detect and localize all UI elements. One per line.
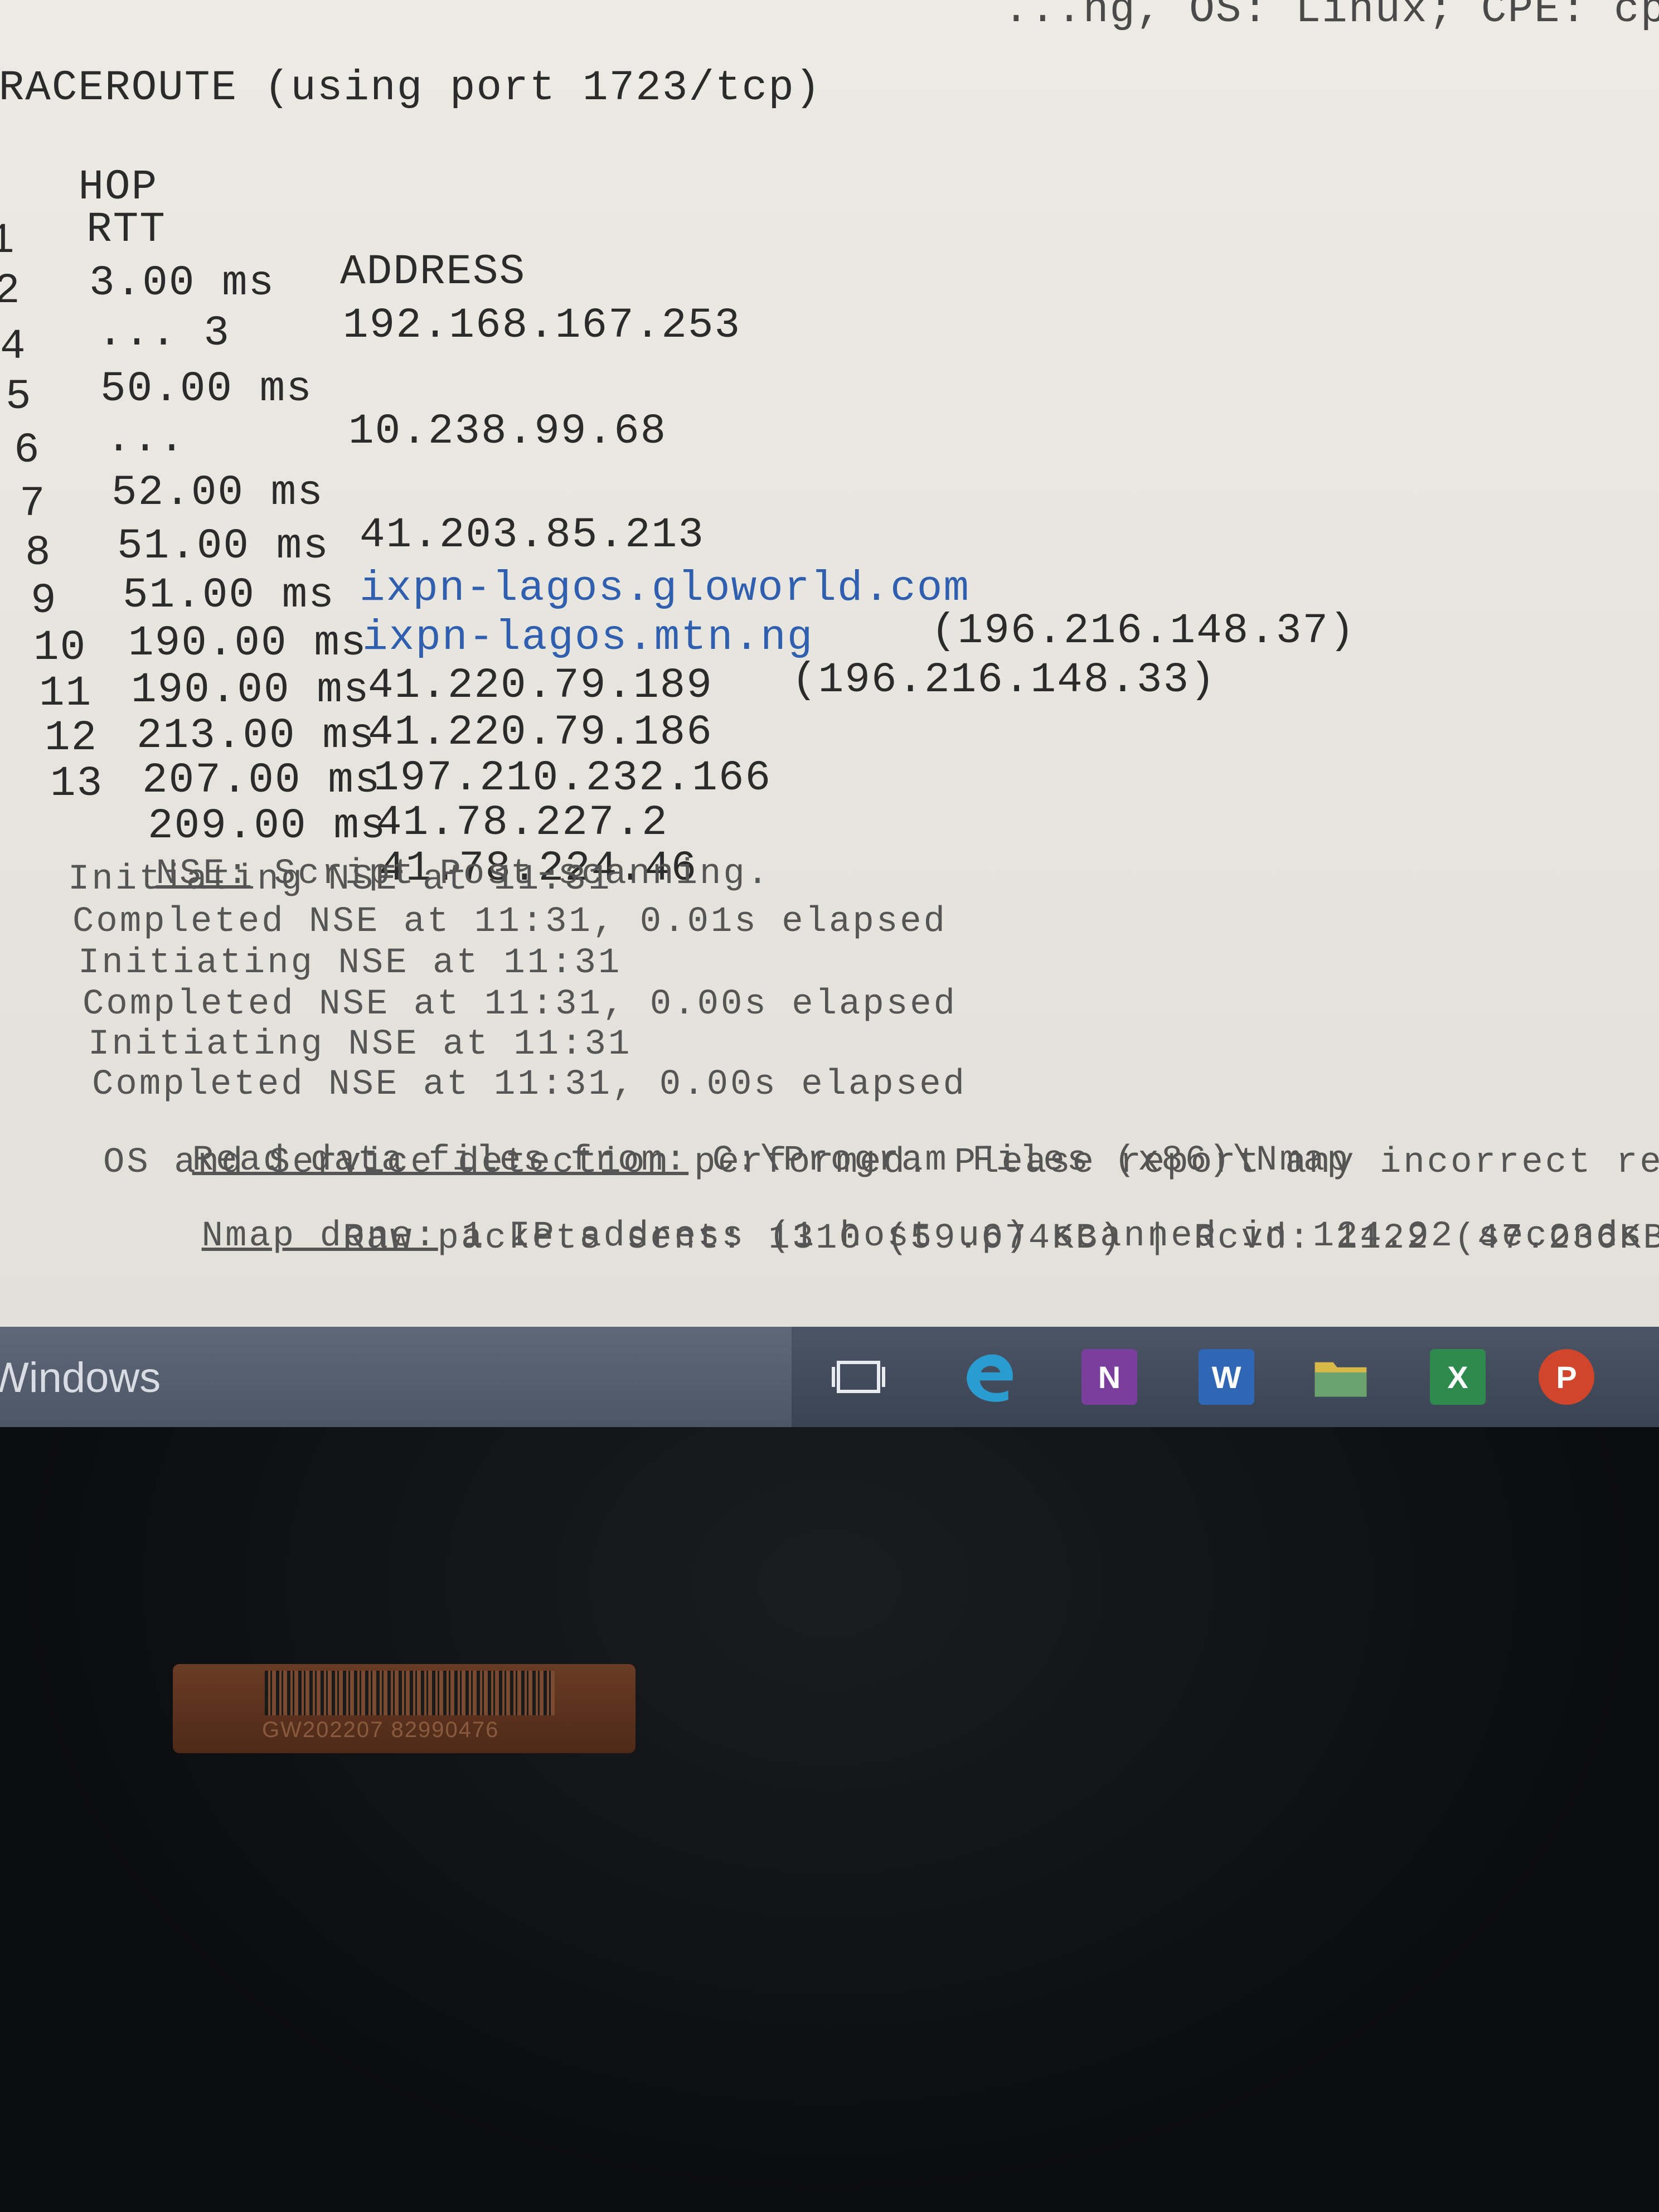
hop-address: 41.220.79.189 <box>368 662 713 710</box>
hop-address: 197.210.232.166 <box>373 754 772 802</box>
hop-rtt: 52.00 ms <box>111 469 324 517</box>
traceroute-header: TRACEROUTE (using port 1723/tcp) <box>0 64 822 112</box>
hop-rtt: 207.00 ms <box>142 756 381 804</box>
terminal-window: ...ng, OS: Linux; CPE: cpe:/ TRACEROUTE … <box>0 0 1659 1327</box>
task-view-icon[interactable] <box>831 1349 886 1405</box>
nse-status-line: Initiating NSE at 11:31 <box>88 1025 632 1065</box>
word-icon[interactable]: W <box>1199 1349 1254 1405</box>
powerpoint-icon[interactable]: P <box>1539 1349 1594 1405</box>
excel-icon[interactable]: X <box>1430 1349 1486 1405</box>
hop-rtt: 51.00 ms <box>117 522 329 570</box>
search-box-text: Windows <box>0 1354 161 1401</box>
nse-status-line: Completed NSE at 11:31, 0.00s elapsed <box>92 1065 967 1105</box>
col-address-header: ADDRESS <box>340 248 526 296</box>
hop-rtt: ... 3 <box>98 309 231 357</box>
hop-number: 13 <box>50 760 104 808</box>
serial-number: GW202207 82990476 <box>262 1718 499 1742</box>
hop-rtt: 3.00 ms <box>89 259 275 307</box>
taskbar: Windows N W X P <box>0 1327 1659 1427</box>
onenote-icon[interactable]: N <box>1081 1349 1137 1405</box>
nse-status-line: Initiating NSE at 11:31 <box>78 943 622 983</box>
hop-address: 10.238.99.68 <box>348 408 667 455</box>
os-detection-line: OS and Service detection performed. Plea… <box>103 1143 1659 1183</box>
edge-icon[interactable] <box>962 1349 1017 1405</box>
hop-ip: (196.216.148.37) <box>931 607 1356 655</box>
nse-status-line: Completed NSE at 11:31, 0.01s elapsed <box>72 902 948 942</box>
laptop-bezel <box>0 1427 1659 2212</box>
taskbar-search-box[interactable]: Windows <box>0 1327 792 1427</box>
hop-rtt: 50.00 ms <box>100 365 313 413</box>
hop-rtt: 213.00 ms <box>137 712 376 760</box>
hop-address: 41.220.79.186 <box>368 709 713 756</box>
hop-rtt: 190.00 ms <box>131 666 370 714</box>
hop-rtt: 190.00 ms <box>128 619 367 667</box>
terminal-top-line: ...ng, OS: Linux; CPE: cpe:/ <box>1003 0 1659 34</box>
nse-status-line: Completed NSE at 11:31, 0.00s elapsed <box>83 984 958 1025</box>
hop-ip: (196.216.148.33) <box>792 656 1216 704</box>
nse-status-line: Initiating NSE at 11:31 <box>68 860 612 900</box>
hop-hostname-link[interactable]: ixpn-lagos.mtn.ng <box>362 617 813 659</box>
file-explorer-icon[interactable] <box>1313 1349 1369 1405</box>
hop-address: 192.168.167.253 <box>343 302 741 350</box>
hop-rtt: 51.00 ms <box>123 571 335 619</box>
hop-address: 41.203.85.213 <box>360 511 705 559</box>
barcode <box>265 1671 555 1715</box>
serial-sticker: GW202207 82990476 <box>173 1664 636 1753</box>
hop-hostname-link[interactable]: ixpn-lagos.gloworld.com <box>360 567 970 610</box>
raw-packets-line: Raw packets sent: 1310 (59.674KB) | Rcvd… <box>343 1219 1659 1259</box>
